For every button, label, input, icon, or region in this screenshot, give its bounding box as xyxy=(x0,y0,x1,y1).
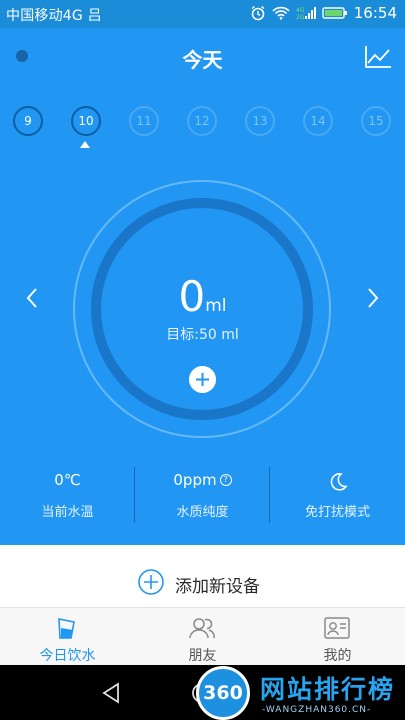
line-chart-icon[interactable] xyxy=(363,44,393,70)
moon-icon xyxy=(330,473,348,491)
water-temp-label: 当前水温 xyxy=(41,505,94,520)
date-chip-13[interactable]: 13 xyxy=(245,106,275,136)
profile-card-icon xyxy=(324,617,350,639)
date-chip-11[interactable]: 11 xyxy=(129,106,159,136)
add-water-button[interactable] xyxy=(189,366,216,393)
stat-do-not-disturb[interactable]: 免打扰模式 xyxy=(270,463,405,529)
tab-friends[interactable]: 朋友 xyxy=(135,608,270,666)
tab-profile[interactable]: 我的 xyxy=(270,608,405,666)
watermark-subtitle: -WANGZHAN360.CN- xyxy=(262,705,372,715)
clock: 16:54 xyxy=(353,4,397,22)
stat-water-temp: 0℃ 当前水温 xyxy=(0,463,135,529)
battery-icon xyxy=(322,7,347,19)
friends-icon xyxy=(189,618,215,639)
stat-water-purity[interactable]: 0ppm? 水质纯度 xyxy=(135,463,270,529)
do-not-disturb-label: 免打扰模式 xyxy=(304,505,370,520)
water-purity-label: 水质纯度 xyxy=(176,505,229,520)
alarm-icon xyxy=(251,5,265,21)
tab-label: 朋友 xyxy=(188,648,217,664)
chevron-left-icon[interactable] xyxy=(22,283,42,313)
water-temp-value: 0℃ xyxy=(54,471,81,489)
date-chip-14[interactable]: 14 xyxy=(303,106,333,136)
date-chip-9[interactable]: 9 xyxy=(13,106,43,136)
tab-today-drink[interactable]: 今日饮水 xyxy=(0,608,135,666)
add-device-label: 添加新设备 xyxy=(175,577,260,597)
water-purity-value: 0ppm xyxy=(173,471,217,489)
cup-icon xyxy=(58,618,75,639)
date-chip-15[interactable]: 15 xyxy=(361,106,391,136)
bottom-nav: 今日饮水 朋友 我的 xyxy=(0,607,405,666)
intake-ring: 0ml 目标:50 ml xyxy=(0,178,405,438)
watermark-badge: 360 xyxy=(196,666,250,720)
intake-goal: 目标:50 ml xyxy=(166,327,239,343)
device-stats: 0℃ 当前水温 0ppm? 水质纯度 免打扰模式 xyxy=(0,463,405,529)
chevron-right-icon[interactable] xyxy=(363,283,383,313)
help-icon[interactable]: ? xyxy=(219,474,232,486)
watermark-title: 网站排行榜 xyxy=(260,675,396,704)
tab-label: 我的 xyxy=(323,648,352,664)
tab-label: 今日饮水 xyxy=(39,648,96,664)
date-chip-12[interactable]: 12 xyxy=(187,106,217,136)
hydration-panel: 今天 9 10 11 12 13 14 15 0ml 目标:50 ml 0℃ 当… xyxy=(0,28,405,545)
date-chip-10[interactable]: 10 xyxy=(71,106,101,136)
app-header: 今天 xyxy=(0,28,405,86)
intake-amount: 0ml xyxy=(0,272,405,321)
signal-icon: 4G 2G xyxy=(296,7,316,20)
carrier-name: 中国移动4G 吕 xyxy=(6,8,102,24)
date-selector: 9 10 11 12 13 14 15 xyxy=(0,106,405,148)
status-bar: 中国移动4G 吕 4G 2G 16:54 xyxy=(0,0,405,28)
intake-number: 0 xyxy=(178,272,206,321)
back-icon[interactable] xyxy=(100,681,122,705)
plus-circle-icon xyxy=(138,569,164,595)
selected-date-indicator xyxy=(80,141,90,148)
wifi-icon xyxy=(272,6,290,20)
intake-unit: ml xyxy=(205,296,227,316)
svg-text:4G: 4G xyxy=(296,7,305,14)
svg-text:2G: 2G xyxy=(296,14,305,20)
add-device-button[interactable]: 添加新设备 xyxy=(0,545,405,607)
watermark: 360 网站排行榜 -WANGZHAN360.CN- xyxy=(196,664,405,720)
page-title: 今天 xyxy=(182,48,223,72)
